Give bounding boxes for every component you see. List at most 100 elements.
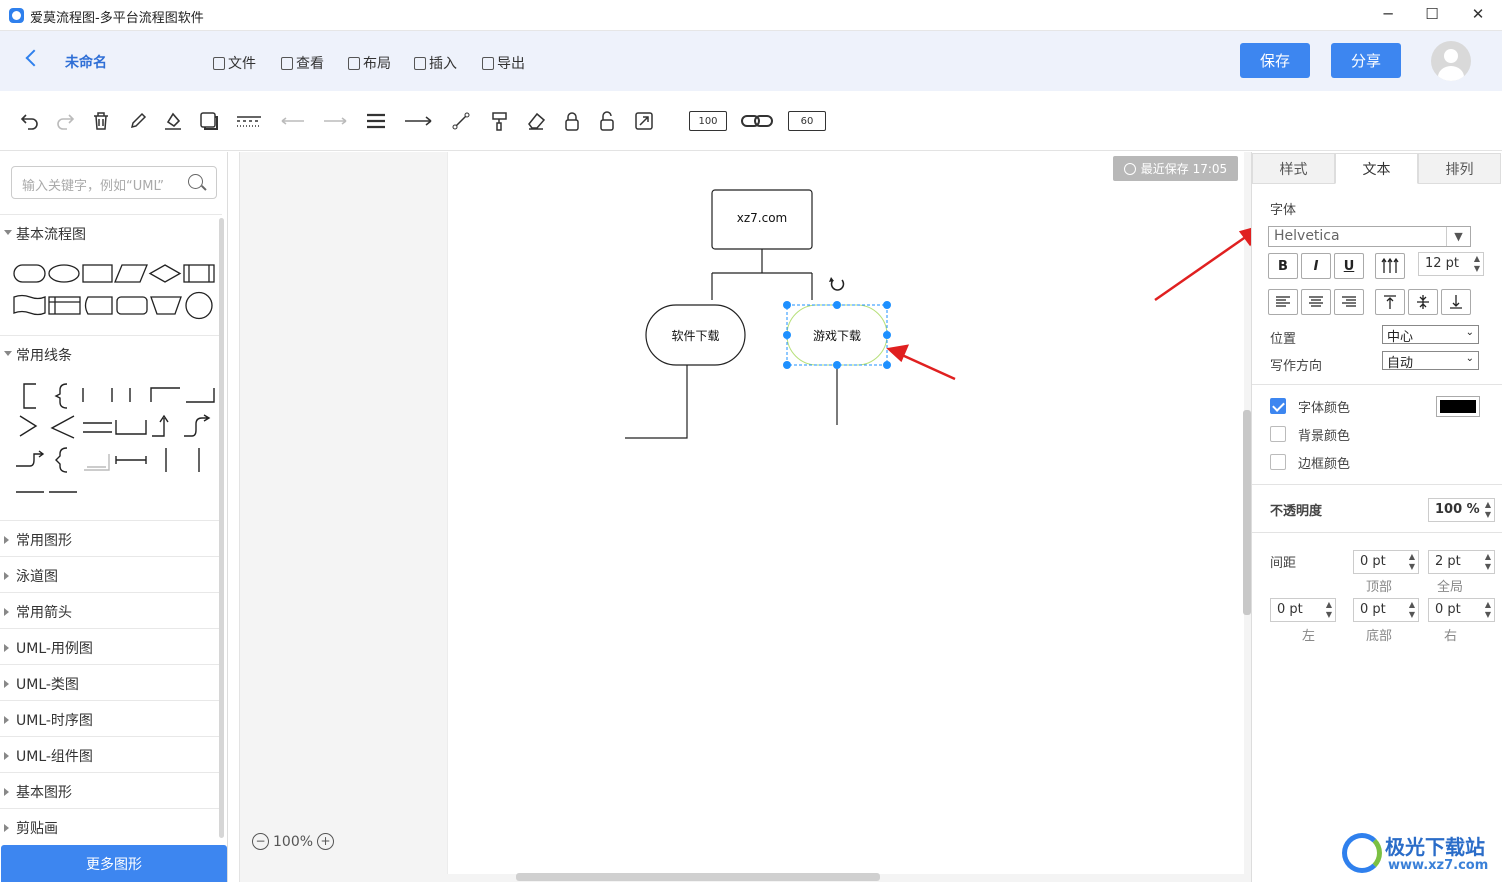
fill-icon[interactable] [162, 110, 184, 132]
tab-arrange[interactable]: 排列 [1418, 153, 1501, 184]
arrow-size-input[interactable]: 60 [788, 111, 826, 131]
common-lines-shapes[interactable] [12, 380, 217, 500]
spinner-icon[interactable]: ▲ ▼ [1485, 600, 1491, 620]
maximize-button[interactable]: ☐ [1421, 5, 1443, 25]
search-icon[interactable] [188, 174, 203, 189]
tab-style[interactable]: 样式 [1252, 153, 1335, 184]
sidebar-splitter[interactable] [229, 152, 240, 882]
category-swimlane[interactable]: 泳道图 [0, 556, 222, 592]
background-color-checkbox[interactable] [1270, 426, 1286, 442]
watermark-url: www.xz7.com [1388, 858, 1489, 873]
chevron-down-icon [4, 351, 12, 356]
category-common-arrows[interactable]: 常用箭头 [0, 592, 222, 628]
writing-direction-select[interactable]: 自动 ⌄ [1382, 351, 1479, 371]
node-left-label[interactable]: 软件下载 [646, 327, 745, 344]
spinner-icon[interactable]: ▲ ▼ [1485, 500, 1491, 520]
line-weight-icon[interactable] [365, 110, 387, 132]
spinner-icon[interactable]: ▲ ▼ [1485, 552, 1491, 572]
menu-file[interactable]: 文件 [213, 53, 256, 73]
delete-icon[interactable] [90, 110, 112, 132]
vertical-text-button[interactable] [1375, 253, 1405, 279]
spacing-right-input[interactable]: 0 pt ▲ ▼ [1428, 598, 1495, 622]
save-button[interactable]: 保存 [1240, 43, 1310, 78]
arrow-left-icon[interactable] [280, 110, 306, 132]
pen-icon[interactable] [127, 110, 149, 132]
font-size-input[interactable]: 12 pt ▲ ▼ [1418, 252, 1484, 276]
category-basic-shapes[interactable]: 基本图形 [0, 772, 222, 808]
zoom-in-icon[interactable]: + [317, 833, 335, 850]
unlock-icon[interactable] [596, 110, 618, 132]
minimize-button[interactable]: ─ [1377, 5, 1399, 25]
align-right-button[interactable] [1334, 289, 1364, 315]
spinner-icon[interactable]: ▲ ▼ [1326, 600, 1332, 620]
font-color-checkbox[interactable] [1270, 398, 1286, 414]
spacing-bottom-input[interactable]: 0 pt ▲ ▼ [1353, 598, 1419, 622]
spacing-global-input[interactable]: 2 pt ▲ ▼ [1428, 550, 1495, 574]
category-clipart[interactable]: 剪贴画 [0, 808, 222, 844]
rotate-handle-icon[interactable] [829, 277, 845, 291]
font-color-swatch[interactable] [1436, 396, 1480, 417]
node-right-label[interactable]: 游戏下载 [787, 327, 887, 344]
waypoint-icon[interactable] [450, 110, 472, 132]
align-center-button[interactable] [1301, 289, 1331, 315]
italic-button[interactable]: I [1301, 253, 1331, 279]
spacing-top-input[interactable]: 0 pt ▲ ▼ [1353, 550, 1419, 574]
dash-line-icon[interactable] [236, 110, 262, 132]
category-common-lines[interactable]: 常用线条 [0, 335, 222, 371]
canvas-horizontal-scrollbar[interactable] [516, 873, 880, 881]
app-window: 爱莫流程图-多平台流程图软件 ─ ☐ ✕ 未命名 文件 查看 布局 插入 导出 … [0, 0, 1502, 882]
spacing-label: 间距 [1270, 556, 1297, 571]
spinner-icon[interactable]: ▲ ▼ [1409, 552, 1415, 572]
category-basic-flowchart[interactable]: 基本流程图 [0, 214, 222, 250]
category-uml-class[interactable]: UML-类图 [0, 664, 222, 700]
spacing-left-input[interactable]: 0 pt ▲ ▼ [1270, 598, 1336, 622]
align-bottom-icon [1450, 295, 1462, 309]
layout-icon [348, 56, 360, 70]
align-left-button[interactable] [1268, 289, 1298, 315]
border-color-checkbox[interactable] [1270, 454, 1286, 470]
menu-insert[interactable]: 插入 [414, 53, 457, 73]
menu-view[interactable]: 查看 [281, 53, 324, 73]
font-color-label: 字体颜色 [1298, 401, 1351, 416]
shadow-icon[interactable] [198, 110, 220, 132]
opacity-input[interactable]: 100 % ▲ ▼ [1428, 498, 1495, 522]
bold-button[interactable]: B [1268, 253, 1298, 279]
line-width-input[interactable]: 100 [689, 111, 727, 131]
sidebar-scrollbar[interactable] [219, 218, 224, 838]
node-root-label[interactable]: xz7.com [712, 211, 812, 225]
eraser-icon[interactable] [525, 110, 547, 132]
link-icon[interactable] [740, 110, 774, 132]
undo-icon[interactable] [19, 110, 41, 132]
avatar[interactable] [1431, 41, 1471, 81]
underline-button[interactable]: U [1334, 253, 1364, 279]
document-title[interactable]: 未命名 [65, 52, 107, 72]
menu-export[interactable]: 导出 [482, 53, 525, 73]
align-bottom-button[interactable] [1441, 289, 1471, 315]
basic-flowchart-shapes[interactable] [12, 258, 217, 324]
chevron-right-icon [4, 644, 9, 652]
share-button[interactable]: 分享 [1331, 43, 1401, 78]
redo-icon[interactable] [54, 110, 76, 132]
fit-icon[interactable] [633, 110, 655, 132]
spinner-icon[interactable]: ▲ ▼ [1409, 600, 1415, 620]
canvas-vertical-scrollbar[interactable] [1243, 410, 1251, 615]
connector-icon[interactable] [403, 110, 433, 132]
zoom-out-icon[interactable]: − [252, 833, 269, 850]
tab-text[interactable]: 文本 [1335, 153, 1418, 184]
more-shapes-button[interactable]: 更多图形 [1, 845, 227, 882]
spinner-icon[interactable]: ▲ ▼ [1474, 254, 1480, 274]
align-middle-button[interactable] [1408, 289, 1438, 315]
category-uml-component[interactable]: UML-组件图 [0, 736, 222, 772]
shape-search-input[interactable]: 输入关键字，例如“UML” [11, 166, 217, 199]
format-painter-icon[interactable] [489, 110, 511, 132]
category-uml-usecase[interactable]: UML-用例图 [0, 628, 222, 664]
font-family-select[interactable]: Helvetica ▼ [1268, 226, 1471, 247]
position-select[interactable]: 中心 ⌄ [1382, 325, 1479, 345]
align-top-button[interactable] [1375, 289, 1405, 315]
lock-icon[interactable] [561, 110, 583, 132]
category-common-shapes[interactable]: 常用图形 [0, 520, 222, 556]
arrow-right-icon[interactable] [322, 110, 348, 132]
close-window-button[interactable]: ✕ [1467, 5, 1489, 25]
category-uml-sequence[interactable]: UML-时序图 [0, 700, 222, 736]
menu-layout[interactable]: 布局 [348, 53, 391, 73]
